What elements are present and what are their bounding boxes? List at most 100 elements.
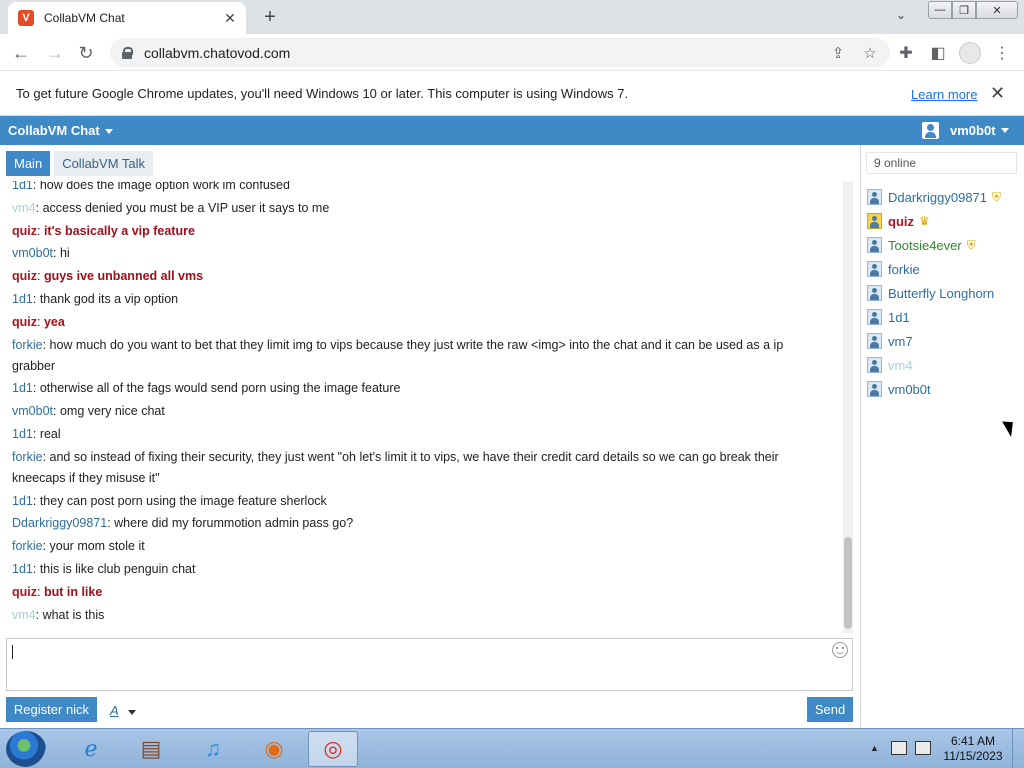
menu-kebab-icon[interactable]: ⋮ xyxy=(989,40,1015,66)
window-close-button[interactable]: ✕ xyxy=(976,1,1018,19)
tab-collabvm-talk[interactable]: CollabVM Talk xyxy=(54,151,154,176)
browser-tab[interactable]: V CollabVM Chat ✕ xyxy=(8,2,246,34)
bookmark-star-icon[interactable]: ☆ xyxy=(858,41,882,65)
chat-message: 1d1: how does the image option work im c… xyxy=(12,181,792,196)
network-icon[interactable] xyxy=(891,741,907,755)
volume-muted-icon[interactable] xyxy=(915,741,931,755)
maximize-button[interactable]: ❐ xyxy=(952,1,976,19)
chat-message: quiz: but in like xyxy=(12,582,792,603)
message-nick[interactable]: 1d1 xyxy=(12,381,33,395)
chat-title-menu[interactable]: CollabVM Chat xyxy=(8,123,113,138)
infobar-close-icon[interactable]: ✕ xyxy=(990,83,1005,104)
message-scrollbar[interactable] xyxy=(843,181,853,633)
message-nick[interactable]: 1d1 xyxy=(12,562,33,576)
show-hidden-icons[interactable]: ▲ xyxy=(870,743,879,753)
message-nick[interactable]: Ddarkriggy09871 xyxy=(12,516,107,530)
message-nick[interactable]: forkie xyxy=(12,450,43,464)
font-dropdown-icon[interactable] xyxy=(128,710,136,715)
browser-toolbar: ← → ↻ collabvm.chatovod.com ⇪ ☆ ✚ ◧ ⋮ xyxy=(0,34,1024,71)
system-clock[interactable]: 6:41 AM 11/15/2023 xyxy=(942,734,1004,764)
firefox-icon[interactable]: ◉ xyxy=(249,731,299,767)
message-nick[interactable]: 1d1 xyxy=(12,494,33,508)
user-name: Butterfly Longhorn xyxy=(888,285,995,301)
emoji-icon[interactable] xyxy=(832,642,848,658)
profile-avatar[interactable] xyxy=(959,42,981,64)
message-nick[interactable]: quiz xyxy=(12,269,37,283)
font-style-button[interactable]: A xyxy=(110,703,119,718)
side-panel-icon[interactable]: ◧ xyxy=(925,40,951,66)
message-text: yea xyxy=(43,314,65,329)
message-nick[interactable]: quiz xyxy=(12,224,37,238)
scrollbar-thumb[interactable] xyxy=(844,537,852,629)
user-name: 1d1 xyxy=(888,309,910,325)
windows-taskbar: ℯ ▤ ♫ ◉ ◎ ▲ 6:41 AM 11/15/2023 xyxy=(0,728,1024,768)
chat-message: forkie: how much do you want to bet that… xyxy=(12,335,792,377)
user-list-item[interactable]: 1d1 xyxy=(867,305,1023,329)
back-icon[interactable]: ← xyxy=(8,40,34,66)
share-icon[interactable]: ⇪ xyxy=(826,41,850,65)
chevron-down-icon xyxy=(104,129,113,135)
message-separator: : xyxy=(37,314,44,329)
lock-icon[interactable] xyxy=(122,46,133,59)
message-nick[interactable]: vm0b0t xyxy=(12,246,53,260)
close-tab-icon[interactable]: ✕ xyxy=(220,8,240,28)
message-text: hi xyxy=(59,246,70,261)
shield-icon: ⛨ xyxy=(992,189,1002,204)
message-text: what is this xyxy=(42,607,105,622)
message-separator: : xyxy=(42,337,50,352)
itunes-icon[interactable]: ♫ xyxy=(188,731,238,767)
tab-main[interactable]: Main xyxy=(6,151,51,176)
user-list-item[interactable]: Ddarkriggy09871 ⛨ xyxy=(867,185,1023,209)
register-nick-button[interactable]: Register nick xyxy=(6,697,97,722)
minimize-button[interactable]: — xyxy=(928,1,952,19)
user-list-item[interactable]: forkie xyxy=(867,257,1023,281)
address-bar[interactable]: collabvm.chatovod.com ⇪ ☆ xyxy=(110,38,890,67)
update-infobar: To get future Google Chrome updates, you… xyxy=(0,72,1024,116)
user-list-item[interactable]: Tootsie4ever ⛨ xyxy=(867,233,1023,257)
reload-icon[interactable]: ↻ xyxy=(73,40,99,66)
user-list-item[interactable]: vm4 xyxy=(867,353,1023,377)
user-menu[interactable]: vm0b0t xyxy=(922,122,1009,139)
message-list[interactable]: 1d1: how does the image option work im c… xyxy=(12,181,792,631)
extensions-icon[interactable]: ✚ xyxy=(893,40,919,66)
chrome-icon[interactable]: ◎ xyxy=(308,731,358,767)
send-button[interactable]: Send xyxy=(807,697,853,722)
message-nick[interactable]: quiz xyxy=(12,585,37,599)
message-nick[interactable]: 1d1 xyxy=(12,292,33,306)
message-separator: : xyxy=(32,493,40,508)
chat-message: Ddarkriggy09871: where did my forummotio… xyxy=(12,513,792,534)
message-text: access denied you must be a VIP user it … xyxy=(42,200,330,215)
user-list-item[interactable]: vm0b0t xyxy=(867,377,1023,401)
user-name: vm4 xyxy=(888,357,913,373)
user-list-item[interactable]: quiz ♛ xyxy=(867,209,1023,233)
user-list-item[interactable]: vm7 xyxy=(867,329,1023,353)
user-list-item[interactable]: Butterfly Longhorn xyxy=(867,281,1023,305)
chat-message: 1d1: real xyxy=(12,424,792,445)
message-text: this is like club penguin chat xyxy=(39,561,196,576)
message-input[interactable] xyxy=(6,638,853,691)
chevron-down-icon xyxy=(1000,128,1009,133)
message-text: they can post porn using the image featu… xyxy=(39,493,327,508)
message-separator: : xyxy=(42,539,50,554)
forward-icon[interactable]: → xyxy=(42,40,68,66)
message-separator: : xyxy=(53,246,60,261)
message-nick[interactable]: vm4 xyxy=(12,608,36,622)
message-nick[interactable]: vm4 xyxy=(12,201,36,215)
show-desktop-button[interactable] xyxy=(1012,729,1024,768)
message-nick[interactable]: vm0b0t xyxy=(12,404,53,418)
start-button[interactable] xyxy=(6,731,46,767)
message-nick[interactable]: 1d1 xyxy=(12,181,33,192)
winrar-icon[interactable]: ▤ xyxy=(126,731,176,767)
internet-explorer-icon[interactable]: ℯ xyxy=(66,731,116,767)
tab-search-icon[interactable]: ⌄ xyxy=(896,8,906,22)
message-nick[interactable]: forkie xyxy=(12,539,43,553)
message-nick[interactable]: 1d1 xyxy=(12,427,33,441)
url-text[interactable]: collabvm.chatovod.com xyxy=(144,45,826,61)
message-separator: : xyxy=(37,584,44,599)
message-text: thank god its a vip option xyxy=(39,291,179,306)
favicon-icon: V xyxy=(18,10,34,26)
message-nick[interactable]: quiz xyxy=(12,315,37,329)
new-tab-icon[interactable]: + xyxy=(258,6,282,28)
message-nick[interactable]: forkie xyxy=(12,338,43,352)
learn-more-link[interactable]: Learn more xyxy=(911,87,977,102)
